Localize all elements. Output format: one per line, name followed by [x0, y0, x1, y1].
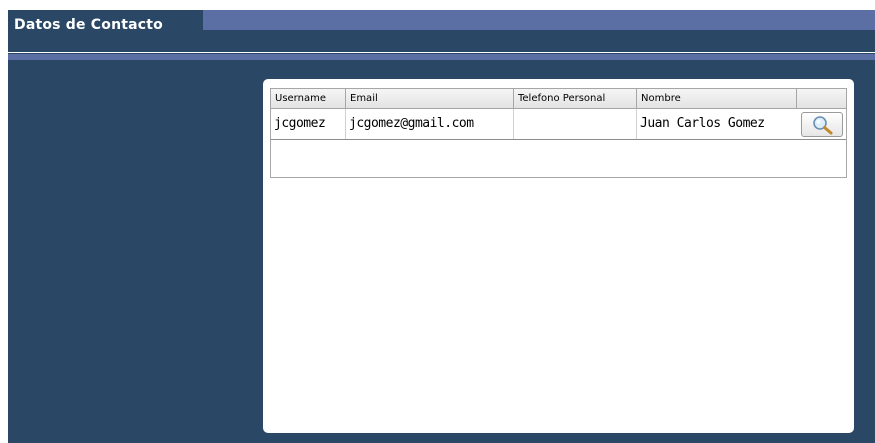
column-header-action [797, 89, 847, 108]
column-header-username[interactable]: Username [271, 89, 346, 108]
header-title-tab: Datos de Contacto [8, 10, 203, 40]
header-divider-band [8, 54, 875, 60]
app-window: Datos de Contacto Username Email Telefon… [8, 10, 875, 443]
header-divider [8, 52, 875, 53]
page-title: Datos de Contacto [14, 17, 163, 33]
cell-username: jcgomez [271, 109, 346, 139]
grid-header: Username Email Telefono Personal Nombre [271, 89, 846, 109]
column-header-nombre[interactable]: Nombre [637, 89, 797, 108]
column-header-email[interactable]: Email [346, 89, 514, 108]
column-header-telefono[interactable]: Telefono Personal [514, 89, 637, 108]
cell-email: jcgomez@gmail.com [346, 109, 514, 139]
contacts-grid: Username Email Telefono Personal Nombre … [270, 88, 847, 178]
table-row[interactable]: jcgomez jcgomez@gmail.com Juan Carlos Go… [271, 109, 846, 140]
content-panel: Username Email Telefono Personal Nombre … [263, 79, 854, 433]
view-contact-button[interactable] [801, 112, 843, 137]
cell-nombre: Juan Carlos Gomez [640, 116, 765, 131]
search-icon [813, 116, 833, 135]
cell-telefono [514, 109, 637, 139]
